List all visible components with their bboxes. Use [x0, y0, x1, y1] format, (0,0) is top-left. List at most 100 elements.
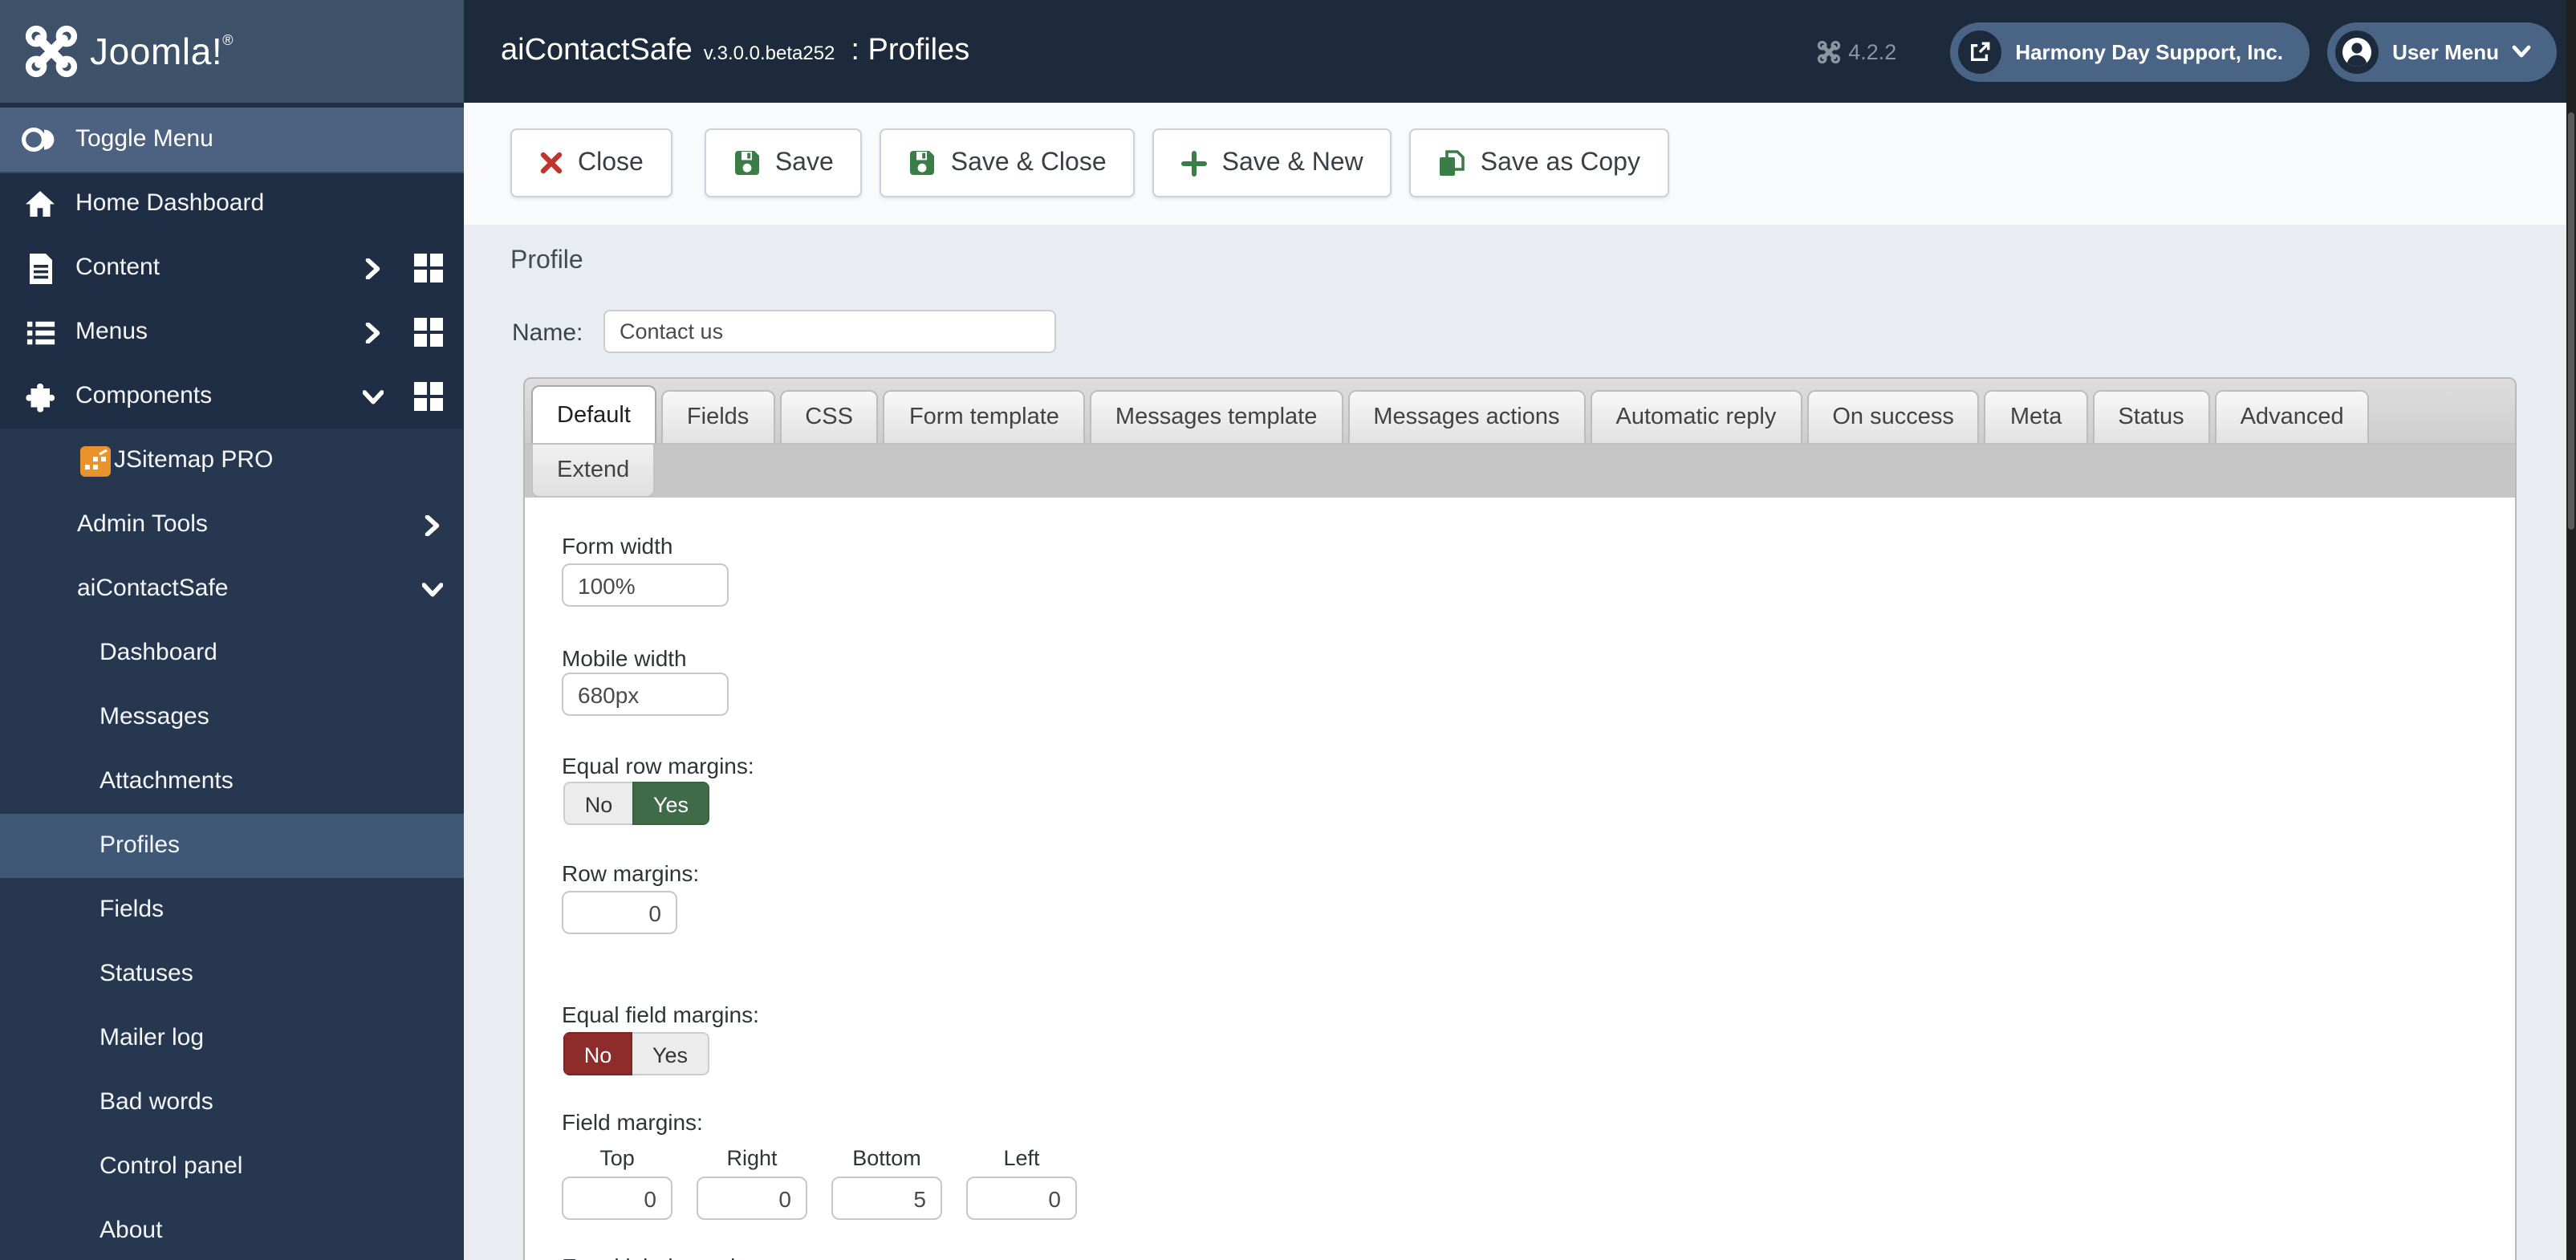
user-menu-button[interactable]: User Menu	[2326, 22, 2557, 81]
tab-meta[interactable]: Meta	[1984, 390, 2088, 443]
tab-messages-template[interactable]: Messages template	[1089, 390, 1343, 443]
chevron-down-icon	[2512, 44, 2531, 59]
button-label: Save	[774, 148, 834, 176]
sidebar-item-toggle-menu[interactable]: Toggle Menu	[0, 108, 464, 173]
row-margins-label: Row margins:	[562, 860, 700, 886]
tab-advanced[interactable]: Advanced	[2214, 390, 2370, 443]
sidebar-item-label: Toggle Menu	[75, 125, 213, 152]
button-label: Save & Close	[950, 148, 1107, 176]
sidebar-item-fields[interactable]: Fields	[0, 878, 464, 942]
sidebar-item-admin-tools[interactable]: Admin Tools	[0, 493, 464, 557]
sidebar-item-label: Components	[75, 382, 213, 409]
sidebar-item-label: Mailer log	[100, 1024, 205, 1051]
field-margin-left-input[interactable]	[966, 1177, 1077, 1220]
page-title: Profile	[510, 247, 583, 274]
chevron-down-icon[interactable]	[422, 557, 443, 621]
sidebar-item-aicontactsafe[interactable]: aiContactSafe	[0, 557, 464, 621]
component-title: aiContactSafe	[501, 34, 693, 67]
form-width-input[interactable]	[562, 563, 729, 607]
vertical-scrollbar[interactable]	[2566, 0, 2576, 1260]
logo-area: Joomla! ®	[0, 0, 464, 103]
row-margins-input[interactable]	[562, 891, 677, 934]
sidebar-item-about[interactable]: About	[0, 1199, 464, 1260]
joomla-logo-icon	[24, 24, 79, 79]
grid-icon[interactable]	[412, 236, 445, 300]
field-margin-bottom-input[interactable]	[831, 1177, 942, 1220]
joomla-version-icon	[1817, 39, 1840, 63]
save-button[interactable]: Save	[704, 128, 863, 197]
toggle-yes-option[interactable]: Yes	[632, 1032, 709, 1075]
joomla-version-number: 4.2.2	[1848, 39, 1897, 63]
puzzle-icon	[21, 364, 59, 429]
equal-field-margins-label: Equal field margins:	[562, 1002, 759, 1027]
chevron-right-icon[interactable]	[363, 236, 384, 300]
sidebar-item-label: Dashboard	[100, 639, 217, 666]
joomla-logo: Joomla! ®	[24, 24, 234, 79]
sidebar-item-messages[interactable]: Messages	[0, 685, 464, 750]
sidebar-item-label: Messages	[100, 703, 209, 730]
sidebar-item-menus[interactable]: Menus	[0, 300, 464, 364]
name-input[interactable]	[603, 310, 1056, 353]
tab-strip-row1: Default Fields CSS Form template Message…	[525, 379, 2515, 445]
sidebar-item-statuses[interactable]: Statuses	[0, 942, 464, 1006]
user-icon	[2334, 30, 2379, 73]
equal-label-margins-label-partial: Equal label margins:	[562, 1254, 766, 1260]
sidebar-item-profiles[interactable]: Profiles	[0, 814, 464, 878]
button-label: Close	[578, 148, 644, 176]
chevron-down-icon[interactable]	[363, 364, 384, 429]
chevron-right-icon[interactable]	[422, 493, 443, 557]
save-as-copy-button[interactable]: Save as Copy	[1409, 128, 1669, 197]
site-preview-button[interactable]: Harmony Day Support, Inc.	[1949, 22, 2310, 81]
scrollbar-thumb[interactable]	[2568, 112, 2574, 530]
save-icon	[909, 149, 937, 177]
tab-form-template[interactable]: Form template	[883, 390, 1085, 443]
app-window: Joomla! ® aiContactSafe v.3.0.0.beta252 …	[0, 0, 2576, 1260]
copy-icon	[1439, 149, 1466, 177]
sidebar: Toggle Menu Home Dashboard Content Menus…	[0, 103, 464, 1260]
equal-field-margins-toggle: No Yes	[563, 1032, 709, 1075]
save-new-button[interactable]: Save & New	[1152, 128, 1392, 197]
field-margin-top-label: Top	[599, 1146, 635, 1170]
tab-extend[interactable]: Extend	[531, 445, 656, 498]
sidebar-item-jsitemap-pro[interactable]: JSitemap PRO	[0, 429, 464, 493]
tab-messages-actions[interactable]: Messages actions	[1347, 390, 1586, 443]
sidebar-item-content[interactable]: Content	[0, 236, 464, 300]
sidebar-item-attachments[interactable]: Attachments	[0, 750, 464, 814]
tab-css[interactable]: CSS	[779, 390, 879, 443]
field-margin-bottom-label: Bottom	[852, 1146, 921, 1170]
sidebar-item-label: Fields	[100, 896, 165, 923]
tab-on-success[interactable]: On success	[1806, 390, 1980, 443]
field-margin-right-input[interactable]	[697, 1177, 807, 1220]
mobile-width-input[interactable]	[562, 673, 729, 716]
profile-tab-panel: Default Fields CSS Form template Message…	[523, 377, 2517, 1260]
close-button[interactable]: Close	[510, 128, 672, 197]
grid-icon[interactable]	[412, 364, 445, 429]
sidebar-item-label: Home Dashboard	[75, 189, 265, 217]
sidebar-item-bad-words[interactable]: Bad words	[0, 1071, 464, 1135]
sidebar-item-label: aiContactSafe	[77, 575, 229, 602]
user-menu-label: User Menu	[2392, 39, 2499, 63]
sidebar-item-label: Attachments	[100, 767, 234, 795]
grid-icon[interactable]	[412, 300, 445, 364]
sidebar-item-dashboard[interactable]: Dashboard	[0, 621, 464, 685]
toggle-yes-option-selected[interactable]: Yes	[632, 782, 709, 825]
tab-automatic-reply[interactable]: Automatic reply	[1590, 390, 1802, 443]
toggle-no-option-selected[interactable]: No	[563, 1032, 632, 1075]
sidebar-item-home-dashboard[interactable]: Home Dashboard	[0, 172, 464, 236]
tab-fields[interactable]: Fields	[660, 390, 775, 443]
toggle-no-option[interactable]: No	[563, 782, 632, 825]
sidebar-item-control-panel[interactable]: Control panel	[0, 1135, 464, 1199]
plus-icon	[1181, 150, 1208, 176]
tab-default[interactable]: Default	[531, 385, 656, 443]
sidebar-item-label: Admin Tools	[77, 510, 208, 538]
main-content: Profile Name: Default Fields CSS Form te…	[464, 225, 2576, 1260]
component-version: v.3.0.0.beta252	[703, 42, 835, 64]
sidebar-item-mailer-log[interactable]: Mailer log	[0, 1006, 464, 1071]
chevron-right-icon[interactable]	[363, 300, 384, 364]
save-close-button[interactable]: Save & Close	[880, 128, 1136, 197]
tab-status[interactable]: Status	[2092, 390, 2210, 443]
field-margin-top-input[interactable]	[562, 1177, 672, 1220]
external-link-icon	[1957, 30, 2001, 73]
sidebar-item-components[interactable]: Components	[0, 364, 464, 429]
form-width-label: Form width	[562, 533, 673, 559]
